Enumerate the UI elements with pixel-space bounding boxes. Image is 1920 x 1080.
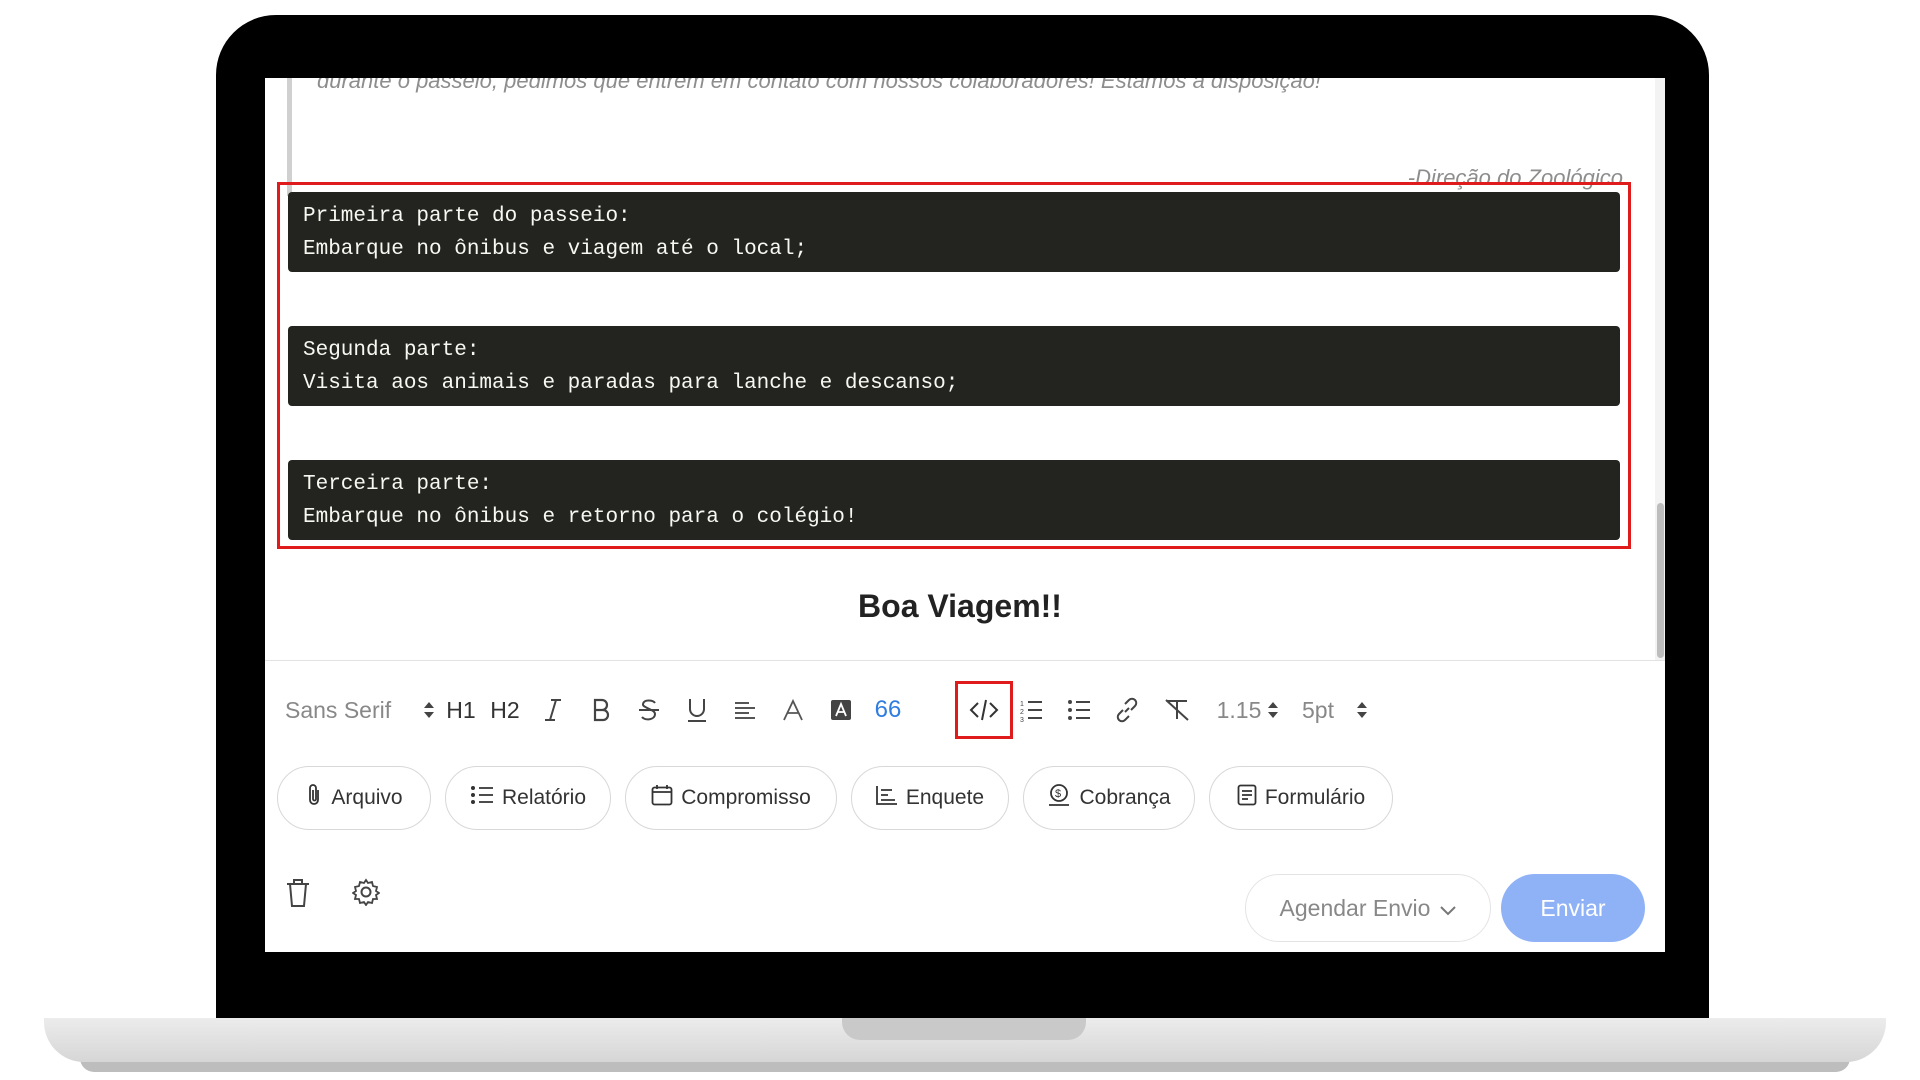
code-block[interactable]: Primeira parte do passeio: Embarque no ô… xyxy=(288,192,1620,272)
italic-icon[interactable] xyxy=(535,688,571,732)
code-line: Visita aos animais e paradas para lanche… xyxy=(303,372,959,395)
blockquote-text: durante o passeio, pedimos que entrem em… xyxy=(317,78,1321,93)
code-line: Segunda parte: xyxy=(303,339,480,362)
svg-text:$: $ xyxy=(1055,788,1061,800)
send-button[interactable]: Enviar xyxy=(1501,874,1645,942)
formulario-label: Formulário xyxy=(1264,786,1366,809)
code-line: Embarque no ônibus e retorno para o colé… xyxy=(303,506,858,529)
updown-icon xyxy=(1267,701,1279,719)
closing-text: Boa Viagem!! xyxy=(858,588,1062,624)
underline-icon[interactable] xyxy=(679,688,715,732)
code-line: Terceira parte: xyxy=(303,473,493,496)
calendar-icon xyxy=(651,784,673,812)
link-icon[interactable] xyxy=(1109,688,1145,732)
cobranca-label: Cobrança xyxy=(1079,786,1171,809)
text-color-icon[interactable] xyxy=(775,688,811,732)
code-icon[interactable] xyxy=(963,688,1005,732)
compromisso-label: Compromisso xyxy=(681,786,811,809)
compromisso-button[interactable]: Compromisso xyxy=(625,766,837,830)
align-icon[interactable] xyxy=(727,688,763,732)
trash-icon[interactable] xyxy=(285,878,317,910)
font-family-select[interactable]: Sans Serif xyxy=(285,688,435,732)
font-family-value: Sans Serif xyxy=(285,696,392,723)
svg-text:2: 2 xyxy=(1020,709,1024,716)
money-icon: $ xyxy=(1047,783,1071,813)
formatting-toolbar: Sans Serif H1 H2 66 1 2 3 1.15 5pt xyxy=(285,681,1645,739)
cobranca-button[interactable]: $ Cobrança xyxy=(1023,766,1195,830)
heading1-button[interactable]: H1 xyxy=(443,688,479,732)
code-block[interactable]: Terceira parte: Embarque no ônibus e ret… xyxy=(288,460,1620,540)
relatorio-button[interactable]: Relatório xyxy=(445,766,611,830)
toolbar-divider xyxy=(265,660,1665,661)
line-height-value: 1.15 xyxy=(1216,696,1262,723)
formulario-button[interactable]: Formulário xyxy=(1209,766,1393,830)
arquivo-button[interactable]: Arquivo xyxy=(277,766,431,830)
heading2-button[interactable]: H2 xyxy=(485,688,525,732)
editor-screen: durante o passeio, pedimos que entrem em… xyxy=(265,78,1665,952)
list-icon xyxy=(470,785,494,811)
updown-icon xyxy=(1356,701,1368,719)
relatorio-label: Relatório xyxy=(501,786,587,809)
blockquote-icon[interactable]: 66 xyxy=(870,688,906,732)
scrollbar-thumb[interactable] xyxy=(1657,503,1664,658)
ordered-list-icon[interactable]: 123 xyxy=(1013,688,1049,732)
bullet-list-icon[interactable] xyxy=(1061,688,1097,732)
updown-icon xyxy=(423,701,435,719)
font-size-select[interactable]: 5pt xyxy=(1295,688,1375,732)
clear-format-icon[interactable] xyxy=(1159,688,1195,732)
form-icon xyxy=(1237,784,1257,812)
chevron-down-icon xyxy=(1440,895,1457,922)
code-block[interactable]: Segunda parte: Visita aos animais e para… xyxy=(288,326,1620,406)
background-color-icon[interactable] xyxy=(823,688,859,732)
code-line: Embarque no ônibus e viagem até o local; xyxy=(303,238,808,261)
laptop-notch xyxy=(842,1018,1086,1040)
gear-icon[interactable] xyxy=(351,878,384,910)
line-height-select[interactable]: 1.15 xyxy=(1213,688,1283,732)
strikethrough-icon[interactable] xyxy=(631,688,667,732)
schedule-send-label: Agendar Envio xyxy=(1279,894,1431,921)
svg-text:3: 3 xyxy=(1020,717,1024,722)
poll-icon xyxy=(875,785,898,811)
code-line: Primeira parte do passeio: xyxy=(303,205,631,228)
svg-text:1: 1 xyxy=(1020,701,1024,708)
enquete-button[interactable]: Enquete xyxy=(851,766,1009,830)
paperclip-icon xyxy=(305,783,323,813)
blockquote-bar xyxy=(287,78,292,196)
enquete-label: Enquete xyxy=(905,786,985,809)
blockquote: durante o passeio, pedimos que entrem em… xyxy=(287,78,1647,198)
font-size-value: 5pt xyxy=(1302,696,1334,723)
arquivo-label: Arquivo xyxy=(331,786,403,809)
schedule-send-button[interactable]: Agendar Envio xyxy=(1245,874,1491,942)
bold-icon[interactable] xyxy=(583,688,619,732)
